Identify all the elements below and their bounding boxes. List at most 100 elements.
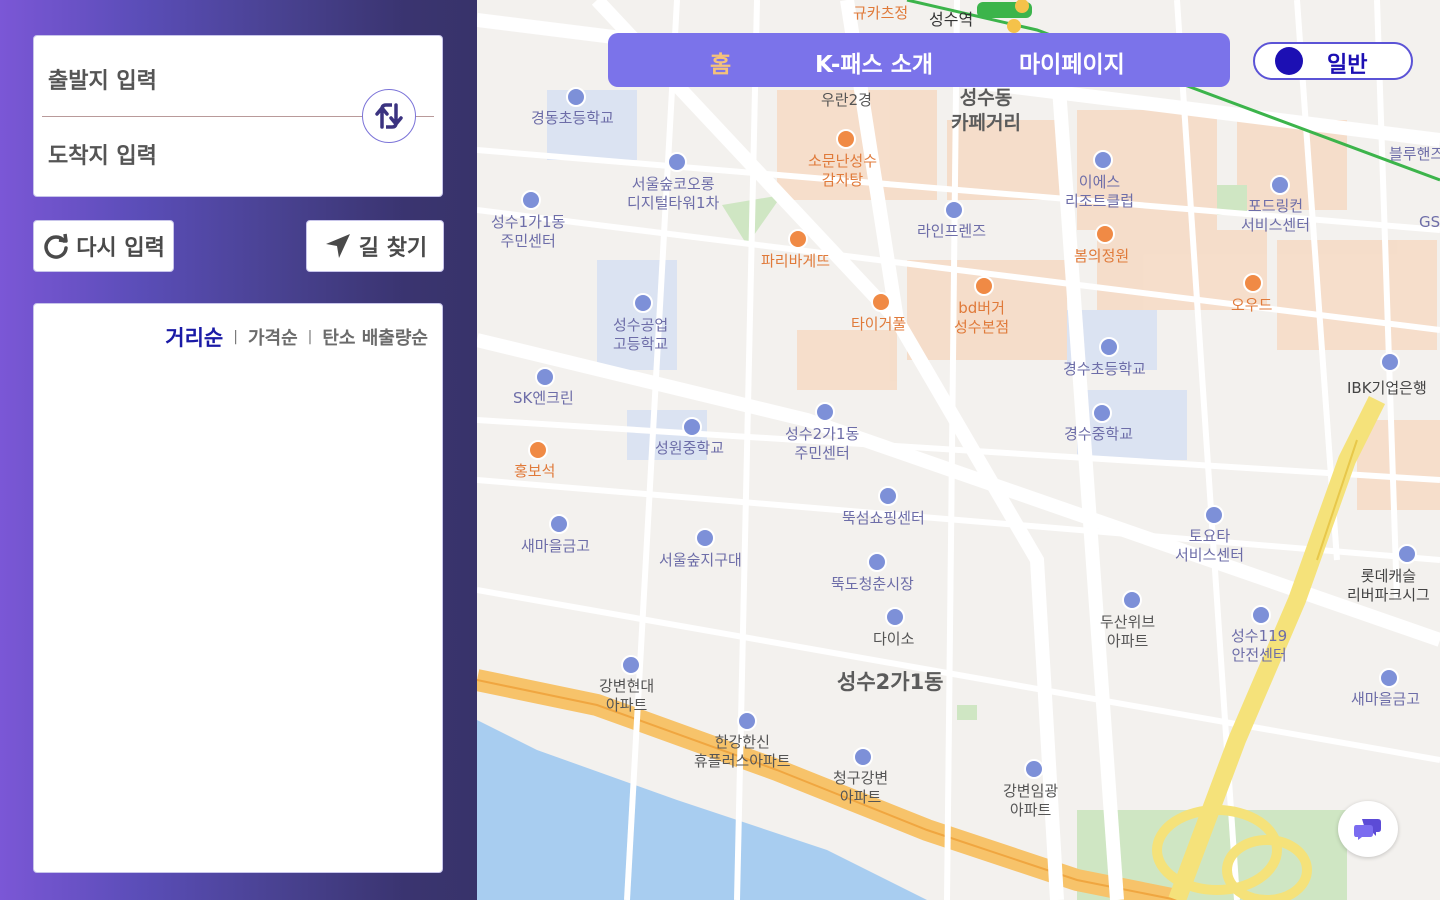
map-label: bd버거 성수본점 (954, 299, 1010, 336)
market-marker[interactable] (867, 552, 887, 572)
sort-price[interactable]: 가격순 (248, 324, 298, 350)
results-panel: 거리순 | 가격순 | 탄소 배출량순 (33, 303, 443, 873)
map-label: 롯데캐슬 리버파크시그 (1347, 567, 1430, 604)
map-label: 새마을금고 (521, 537, 591, 555)
destination-input[interactable] (46, 135, 350, 177)
chat-icon (1354, 819, 1381, 840)
shopping-marker[interactable] (878, 486, 898, 506)
apartment-marker[interactable] (1122, 590, 1142, 610)
building-marker[interactable] (667, 152, 687, 172)
restaurant-marker[interactable] (871, 292, 891, 312)
gas-station-marker[interactable] (535, 367, 555, 387)
apartment-marker[interactable] (621, 655, 641, 675)
map-label: 파리바게뜨 (761, 252, 831, 270)
map-label: 경수초등학교 (1063, 360, 1146, 378)
navigation-arrow-icon (325, 234, 350, 258)
restaurant-marker[interactable] (788, 229, 808, 249)
sidebar-panel: 다시 입력 길 찾기 거리순 | 가격순 | 탄소 배출량순 (0, 0, 477, 900)
hotel-marker[interactable] (1093, 150, 1113, 170)
map-label: 성원중학교 (655, 439, 725, 457)
origin-input[interactable] (46, 60, 350, 102)
restaurant-marker[interactable] (1095, 224, 1115, 244)
map-label: GS (1419, 213, 1440, 231)
apartment-marker[interactable] (1397, 544, 1417, 564)
map-label: 규카츠정 (853, 4, 909, 22)
map-view[interactable]: 규카츠정 성수역 우란2경 성수동 카페거리 경동초등학교 소문난성수 감자탕 … (477, 0, 1440, 900)
map-label: 성수2가1동 (837, 670, 944, 694)
map-label: 서울숲지구대 (659, 551, 742, 569)
bank-marker[interactable] (549, 514, 569, 534)
map-label: 소문난성수 감자탕 (808, 152, 878, 189)
sort-distance[interactable]: 거리순 (165, 322, 223, 352)
map-label: 봄의정원 (1074, 247, 1130, 265)
school-marker[interactable] (682, 417, 702, 437)
map-label: 오우드 (1231, 296, 1273, 314)
map-label: 다이소 (873, 630, 915, 648)
map-label: 성수공업 고등학교 (613, 316, 669, 353)
chat-button[interactable] (1338, 801, 1398, 857)
map-label: 성수동 카페거리 (951, 87, 1021, 134)
map-label: 한강한신 휴플러스아파트 (694, 733, 791, 770)
find-route-button[interactable]: 길 찾기 (306, 220, 444, 272)
school-marker[interactable] (633, 293, 653, 313)
map-label: 포드링컨 서비스센터 (1241, 197, 1311, 234)
nav-kpass-intro[interactable]: K-패스 소개 (815, 45, 933, 79)
map-label: 토요타 서비스센터 (1175, 527, 1245, 564)
map-label: 홍보석 (514, 462, 556, 480)
map-label: IBK기업은행 (1347, 379, 1427, 397)
map-label: 성수1가1동 주민센터 (491, 213, 566, 250)
map-label: 뚝도청춘시장 (831, 575, 914, 593)
fire-station-marker[interactable] (1251, 605, 1271, 625)
nav-home[interactable]: 홈 (710, 45, 731, 79)
map-label: 라인프렌즈 (917, 222, 987, 240)
restaurant-marker[interactable] (528, 440, 548, 460)
sort-separator: | (307, 329, 313, 345)
map-label: 블루핸즈 (1389, 145, 1440, 163)
service-marker[interactable] (1270, 175, 1290, 195)
map-label: 경동초등학교 (531, 109, 614, 127)
map-label: 서울숲코오롱 디지털타워1차 (627, 175, 720, 212)
store-marker[interactable] (885, 607, 905, 627)
map-label: 이에스 리조트클럽 (1065, 173, 1135, 210)
map-label: 강변임광 아파트 (1003, 782, 1059, 819)
bank-marker[interactable] (1380, 352, 1400, 372)
top-navigation: 홈 K-패스 소개 마이페이지 (608, 33, 1230, 87)
map-label: 청구강변 아파트 (833, 769, 889, 806)
map-label: 강변현대 아파트 (599, 677, 655, 714)
map-label: 두산위브 아파트 (1100, 613, 1156, 650)
map-label: 성수역 (929, 10, 974, 29)
restaurant-marker[interactable] (974, 276, 994, 296)
sort-separator: | (233, 329, 238, 345)
map-label: 성수119 안전센터 (1231, 627, 1288, 664)
service-marker[interactable] (1204, 505, 1224, 525)
office-marker[interactable] (815, 402, 835, 422)
building-marker[interactable] (944, 200, 964, 220)
office-marker[interactable] (521, 190, 541, 210)
apartment-marker[interactable] (1024, 759, 1044, 779)
map-label: 성수2가1동 주민센터 (785, 425, 860, 462)
toggle-label: 일반 (1327, 53, 1368, 78)
route-input-box (33, 35, 443, 197)
reset-button[interactable]: 다시 입력 (33, 220, 174, 272)
map-label: 뚝섬쇼핑센터 (842, 509, 925, 527)
apartment-marker[interactable] (853, 747, 873, 767)
refresh-icon (44, 233, 68, 259)
nav-mypage[interactable]: 마이페이지 (1019, 45, 1125, 79)
find-label: 길 찾기 (358, 236, 428, 261)
school-marker[interactable] (566, 87, 586, 107)
apartment-marker[interactable] (737, 711, 757, 731)
mode-toggle[interactable]: 일반 (1253, 42, 1413, 80)
school-marker[interactable] (1092, 403, 1112, 423)
map-label: 새마을금고 (1351, 690, 1421, 708)
police-marker[interactable] (695, 528, 715, 548)
reset-label: 다시 입력 (76, 236, 165, 261)
bank-marker[interactable] (1379, 668, 1399, 688)
school-marker[interactable] (1099, 337, 1119, 357)
restaurant-marker[interactable] (836, 129, 856, 149)
cafe-marker[interactable] (1243, 273, 1263, 293)
swap-route-button[interactable] (362, 89, 416, 143)
swap-icon (375, 103, 403, 129)
map-label: 타이거풀 (851, 315, 907, 333)
sort-carbon[interactable]: 탄소 배출량순 (322, 324, 428, 350)
toggle-knob (1275, 47, 1303, 75)
